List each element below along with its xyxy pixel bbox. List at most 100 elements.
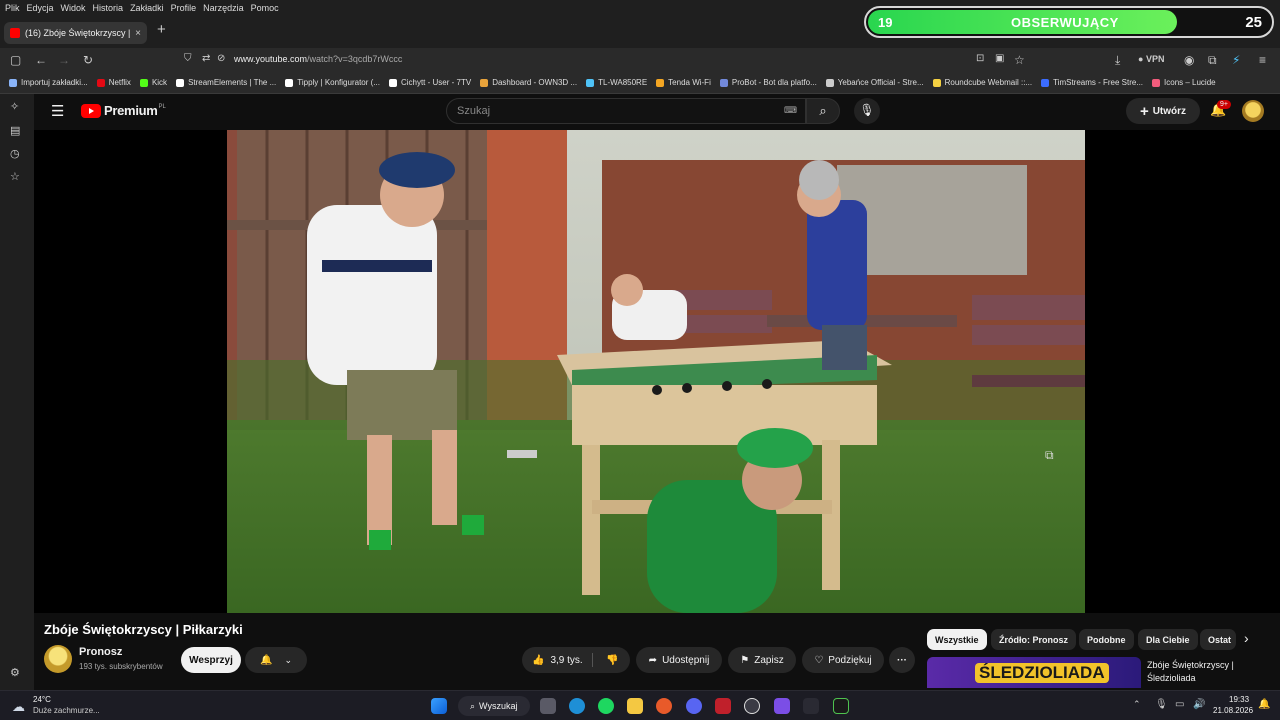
favorites-icon[interactable]: ☆: [10, 170, 20, 183]
app-grid-icon[interactable]: [774, 698, 790, 714]
notification-center-icon[interactable]: 🔔: [1258, 699, 1270, 710]
support-button[interactable]: Wesprzyj: [181, 647, 241, 673]
keyboard-icon[interactable]: ⌨: [784, 105, 797, 116]
screenshot-icon[interactable]: ⊡: [976, 53, 984, 64]
create-button[interactable]: + Utwórz: [1126, 98, 1200, 124]
bookmark-star-icon[interactable]: ☆: [1014, 53, 1025, 67]
bookmark-item[interactable]: Yebańce Official - Stre...: [825, 78, 924, 87]
reader-icon[interactable]: ▣: [995, 53, 1004, 64]
chip-recent[interactable]: Ostat: [1200, 629, 1236, 650]
bookmark-item[interactable]: Kick: [139, 78, 167, 87]
weather-desc[interactable]: Duże zachmurze...: [33, 706, 100, 715]
bookmark-item[interactable]: Tipply | Konfigurator (...: [285, 78, 380, 87]
settings-gear-icon[interactable]: ⚙: [10, 666, 20, 679]
url-field[interactable]: www.youtube.com/watch?v=3qcdb7rWccc: [234, 54, 402, 64]
search-button[interactable]: ⌕: [806, 98, 840, 124]
youtube-logo[interactable]: Premium PL: [81, 103, 166, 118]
tab-close-icon[interactable]: ×: [135, 28, 141, 39]
clock-date[interactable]: 21.08.2026: [1213, 706, 1253, 715]
like-count[interactable]: 3,9 tys.: [550, 655, 582, 666]
site-settings-icon[interactable]: ⇄: [202, 53, 210, 64]
vpn-button[interactable]: ● VPN: [1138, 54, 1164, 64]
more-actions-button[interactable]: ···: [889, 647, 915, 673]
chip-all[interactable]: Wszystkie: [927, 629, 987, 650]
back-icon[interactable]: ←: [35, 53, 47, 67]
account-icon[interactable]: ◉: [1184, 53, 1194, 67]
start-windows-icon[interactable]: [431, 698, 447, 714]
bookmark-item[interactable]: Tenda Wi-Fi: [656, 78, 711, 87]
chip-related[interactable]: Podobne: [1079, 629, 1134, 650]
tracking-icon[interactable]: ⊘: [217, 53, 225, 64]
bookmark-item[interactable]: Netflix: [96, 78, 131, 87]
channel-name[interactable]: Pronosz: [79, 646, 122, 658]
mic-tray-icon[interactable]: 🎙: [1155, 699, 1168, 710]
bookmark-item[interactable]: TL-WA850RE: [586, 78, 647, 87]
network-icon[interactable]: ▭: [1175, 699, 1184, 710]
menu-help[interactable]: Pomoc: [251, 3, 279, 13]
search-input[interactable]: Szukaj ⌨: [446, 98, 806, 124]
menu-history[interactable]: Historia: [93, 3, 124, 13]
miniplayer-icon[interactable]: ⧉: [1045, 448, 1054, 463]
menu-edit[interactable]: Edycja: [27, 3, 54, 13]
menu-file[interactable]: Plik: [5, 3, 20, 13]
reading-list-icon[interactable]: ▤: [10, 124, 20, 137]
bookmark-item[interactable]: Importuj zakładki...: [9, 78, 88, 87]
history-icon[interactable]: ◷: [10, 147, 20, 160]
spotify-icon[interactable]: [598, 698, 614, 714]
reload-icon[interactable]: ↻: [83, 53, 93, 67]
share-button[interactable]: ➦ Udostępnij: [636, 647, 722, 673]
menu-bookmarks[interactable]: Zakładki: [130, 3, 164, 13]
bookmark-item[interactable]: ProBot - Bot dla platfo...: [719, 78, 817, 87]
task-view-icon[interactable]: [540, 698, 556, 714]
bookmark-item[interactable]: StreamElements | The ...: [176, 78, 276, 87]
menu-profiles[interactable]: Profile: [171, 3, 197, 13]
video-player[interactable]: ⧉: [34, 130, 1280, 613]
browser-menu-icon[interactable]: ≡: [1259, 53, 1266, 67]
extensions-icon[interactable]: ⧉: [1208, 53, 1217, 68]
chevron-right-icon[interactable]: ›: [1244, 630, 1249, 646]
netflix-app-icon[interactable]: [715, 698, 731, 714]
new-tab-button[interactable]: +: [157, 21, 166, 38]
like-icon[interactable]: 👍: [532, 655, 544, 666]
thanks-button[interactable]: ♡ Podziękuj: [802, 647, 884, 673]
voice-search-button[interactable]: 🎙: [854, 98, 880, 124]
chip-for-you[interactable]: Dla Ciebie: [1138, 629, 1198, 650]
discord-icon[interactable]: [686, 698, 702, 714]
kick-icon[interactable]: [803, 698, 819, 714]
clock-time[interactable]: 19:33: [1229, 695, 1249, 704]
weather-temp[interactable]: 24°C: [33, 695, 51, 704]
bookmark-item[interactable]: Icons – Lucide: [1152, 78, 1216, 87]
hamburger-menu-icon[interactable]: ☰: [51, 102, 64, 120]
tray-chevron-icon[interactable]: ⌃: [1133, 699, 1141, 710]
volume-icon[interactable]: 🔊: [1193, 699, 1205, 710]
dislike-icon[interactable]: 👎: [606, 655, 618, 666]
menu-tools[interactable]: Narzędzia: [203, 3, 244, 13]
video-frame[interactable]: ⧉: [227, 130, 1085, 613]
shield-icon[interactable]: ⛉: [184, 53, 192, 64]
edge-icon[interactable]: [569, 698, 585, 714]
chatgpt-icon[interactable]: [744, 698, 760, 714]
nvidia-icon[interactable]: [833, 698, 849, 714]
bookmark-item[interactable]: Roundcube Webmail ::...: [932, 78, 1032, 87]
browser-tab-active[interactable]: (16) Zbóje Świętokrzyscy | Piłkarz ×: [4, 22, 147, 44]
sidebar-toggle-icon[interactable]: ▢: [10, 53, 21, 67]
taskbar-search[interactable]: ⌕ Wyszukaj: [458, 696, 530, 716]
channel-avatar[interactable]: [44, 645, 72, 673]
avatar[interactable]: [1242, 100, 1264, 122]
bookmark-item[interactable]: Cichytt - User - 7TV: [388, 78, 471, 87]
ai-assistant-icon[interactable]: ✧: [10, 100, 19, 113]
file-explorer-icon[interactable]: [627, 698, 643, 714]
download-icon[interactable]: ⤓: [1115, 53, 1120, 68]
extension-7tv-icon[interactable]: ⚡: [1232, 53, 1240, 67]
bookmark-item[interactable]: TimStreams - Free Stre...: [1041, 78, 1143, 87]
weather-icon[interactable]: ☁: [12, 699, 25, 715]
subscription-bell-button[interactable]: 🔔 ⌄: [245, 647, 307, 673]
recommended-title[interactable]: Zbóje Świętokrzyscy | Śledzioliada: [1147, 659, 1234, 685]
browser-app-icon[interactable]: [656, 698, 672, 714]
menu-view[interactable]: Widok: [61, 3, 86, 13]
save-button[interactable]: ⚑ Zapisz: [728, 647, 796, 673]
forward-icon[interactable]: →: [58, 53, 70, 67]
chip-source[interactable]: Źródło: Pronosz: [991, 629, 1076, 650]
recommended-thumbnail[interactable]: ŚLEDZIOLIADA: [927, 657, 1141, 688]
bookmark-item[interactable]: Dashboard - OWN3D ...: [480, 78, 577, 87]
